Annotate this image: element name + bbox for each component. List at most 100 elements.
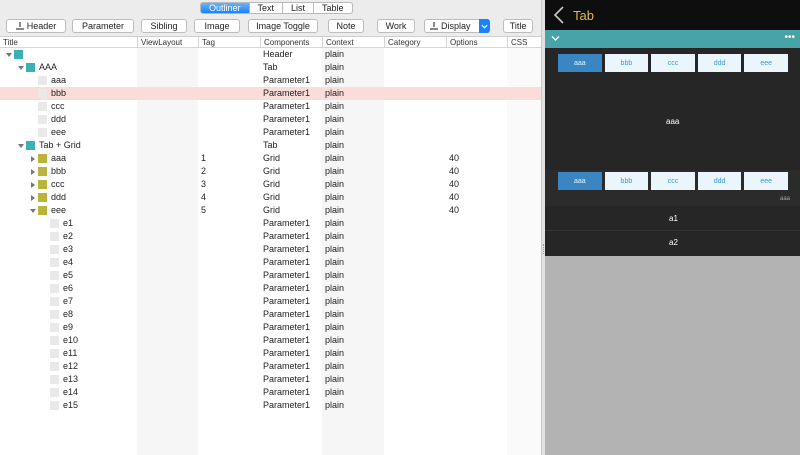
- tree-row[interactable]: e1 Parameter1 plain: [0, 217, 541, 230]
- disclosure-closed-icon[interactable]: [29, 181, 36, 188]
- row-components[interactable]: Parameter1: [263, 399, 310, 412]
- row-title[interactable]: ddd: [51, 113, 66, 126]
- row-context[interactable]: plain: [325, 217, 344, 230]
- tree-row[interactable]: aaa 1 Grid plain 40: [0, 152, 541, 165]
- row-components[interactable]: Parameter1: [263, 373, 310, 386]
- tree-row[interactable]: eee Parameter1 plain: [0, 126, 541, 139]
- tree-row[interactable]: e5 Parameter1 plain: [0, 269, 541, 282]
- row-components[interactable]: Header: [263, 48, 293, 61]
- row-components[interactable]: Grid: [263, 165, 280, 178]
- tree-row[interactable]: ddd Parameter1 plain: [0, 113, 541, 126]
- row-tag[interactable]: 3: [201, 178, 206, 191]
- row-tag[interactable]: 1: [201, 152, 206, 165]
- tree-row[interactable]: ddd 4 Grid plain 40: [0, 191, 541, 204]
- row-tag[interactable]: 4: [201, 191, 206, 204]
- row-context[interactable]: plain: [325, 321, 344, 334]
- row-context[interactable]: plain: [325, 282, 344, 295]
- tree-row[interactable]: e2 Parameter1 plain: [0, 230, 541, 243]
- row-options[interactable]: 40: [449, 178, 459, 191]
- row-components[interactable]: Parameter1: [263, 87, 310, 100]
- row-components[interactable]: Parameter1: [263, 256, 310, 269]
- row-components[interactable]: Parameter1: [263, 113, 310, 126]
- preview-tab-ccc[interactable]: ccc: [651, 54, 695, 72]
- disclosure-closed-icon[interactable]: [29, 194, 36, 201]
- row-context[interactable]: plain: [325, 230, 344, 243]
- image-button[interactable]: Image: [194, 19, 240, 33]
- preview-tab-aaa[interactable]: aaa: [558, 54, 602, 72]
- tree-row[interactable]: e4 Parameter1 plain: [0, 256, 541, 269]
- row-context[interactable]: plain: [325, 165, 344, 178]
- row-title[interactable]: ddd: [51, 191, 66, 204]
- row-tag[interactable]: 2: [201, 165, 206, 178]
- tree-row[interactable]: e11 Parameter1 plain: [0, 347, 541, 360]
- row-components[interactable]: Parameter1: [263, 386, 310, 399]
- row-components[interactable]: Grid: [263, 204, 280, 217]
- column-header-viewlayout[interactable]: ViewLayout: [137, 37, 198, 48]
- row-context[interactable]: plain: [325, 373, 344, 386]
- row-title[interactable]: e5: [63, 269, 73, 282]
- row-title[interactable]: ccc: [51, 178, 65, 191]
- disclosure-open-icon[interactable]: [5, 51, 12, 58]
- row-components[interactable]: Parameter1: [263, 308, 310, 321]
- tree-row[interactable]: bbb 2 Grid plain 40: [0, 165, 541, 178]
- row-title[interactable]: e10: [63, 334, 78, 347]
- row-context[interactable]: plain: [325, 178, 344, 191]
- row-context[interactable]: plain: [325, 74, 344, 87]
- row-components[interactable]: Parameter1: [263, 269, 310, 282]
- row-context[interactable]: plain: [325, 269, 344, 282]
- tree-row[interactable]: e9 Parameter1 plain: [0, 321, 541, 334]
- row-components[interactable]: Parameter1: [263, 230, 310, 243]
- row-context[interactable]: plain: [325, 126, 344, 139]
- work-button[interactable]: Work: [377, 19, 415, 33]
- tree-row[interactable]: e8 Parameter1 plain: [0, 308, 541, 321]
- preview-tab-ddd[interactable]: ddd: [697, 54, 742, 72]
- row-title[interactable]: e7: [63, 295, 73, 308]
- row-context[interactable]: plain: [325, 308, 344, 321]
- row-components[interactable]: Parameter1: [263, 360, 310, 373]
- sibling-button[interactable]: Sibling: [141, 19, 187, 33]
- column-header-title[interactable]: Title: [0, 37, 137, 48]
- row-title[interactable]: aaa: [51, 152, 66, 165]
- preview-grid-tab-bbb[interactable]: bbb: [604, 172, 649, 190]
- tree-row[interactable]: e6 Parameter1 plain: [0, 282, 541, 295]
- row-context[interactable]: plain: [325, 61, 344, 74]
- tree-row[interactable]: e15 Parameter1 plain: [0, 399, 541, 412]
- title-button[interactable]: Title: [503, 19, 533, 33]
- row-components[interactable]: Grid: [263, 178, 280, 191]
- row-components[interactable]: Parameter1: [263, 282, 310, 295]
- row-title[interactable]: eee: [51, 126, 66, 139]
- row-title[interactable]: e1: [63, 217, 73, 230]
- preview-grid-tab-ddd[interactable]: ddd: [697, 172, 742, 190]
- row-context[interactable]: plain: [325, 347, 344, 360]
- row-context[interactable]: plain: [325, 87, 344, 100]
- tab-table[interactable]: Table: [314, 3, 352, 13]
- column-header-css[interactable]: CSS: [507, 37, 541, 48]
- tree-row[interactable]: e10 Parameter1 plain: [0, 334, 541, 347]
- row-context[interactable]: plain: [325, 386, 344, 399]
- image-toggle-button[interactable]: Image Toggle: [248, 19, 318, 33]
- tree-row[interactable]: ccc 3 Grid plain 40: [0, 178, 541, 191]
- tree-row[interactable]: e3 Parameter1 plain: [0, 243, 541, 256]
- row-components[interactable]: Tab: [263, 139, 278, 152]
- column-header-category[interactable]: Category: [384, 37, 446, 48]
- tree-row[interactable]: e12 Parameter1 plain: [0, 360, 541, 373]
- tree-row[interactable]: Tab + Grid Tab plain: [0, 139, 541, 152]
- tree-row[interactable]: e7 Parameter1 plain: [0, 295, 541, 308]
- tree-row[interactable]: e13 Parameter1 plain: [0, 373, 541, 386]
- row-options[interactable]: 40: [449, 152, 459, 165]
- row-components[interactable]: Parameter1: [263, 321, 310, 334]
- row-context[interactable]: plain: [325, 152, 344, 165]
- preview-grid-tab-ccc[interactable]: ccc: [651, 172, 695, 190]
- tree-row[interactable]: eee 5 Grid plain 40: [0, 204, 541, 217]
- row-title[interactable]: e9: [63, 321, 73, 334]
- row-context[interactable]: plain: [325, 360, 344, 373]
- row-title[interactable]: e3: [63, 243, 73, 256]
- row-title[interactable]: bbb: [51, 165, 66, 178]
- row-context[interactable]: plain: [325, 334, 344, 347]
- row-components[interactable]: Grid: [263, 191, 280, 204]
- row-context[interactable]: plain: [325, 191, 344, 204]
- row-tag[interactable]: 5: [201, 204, 206, 217]
- row-title[interactable]: e12: [63, 360, 78, 373]
- tree-row[interactable]: bbb Parameter1 plain: [0, 87, 541, 100]
- row-title[interactable]: AAA: [39, 61, 57, 74]
